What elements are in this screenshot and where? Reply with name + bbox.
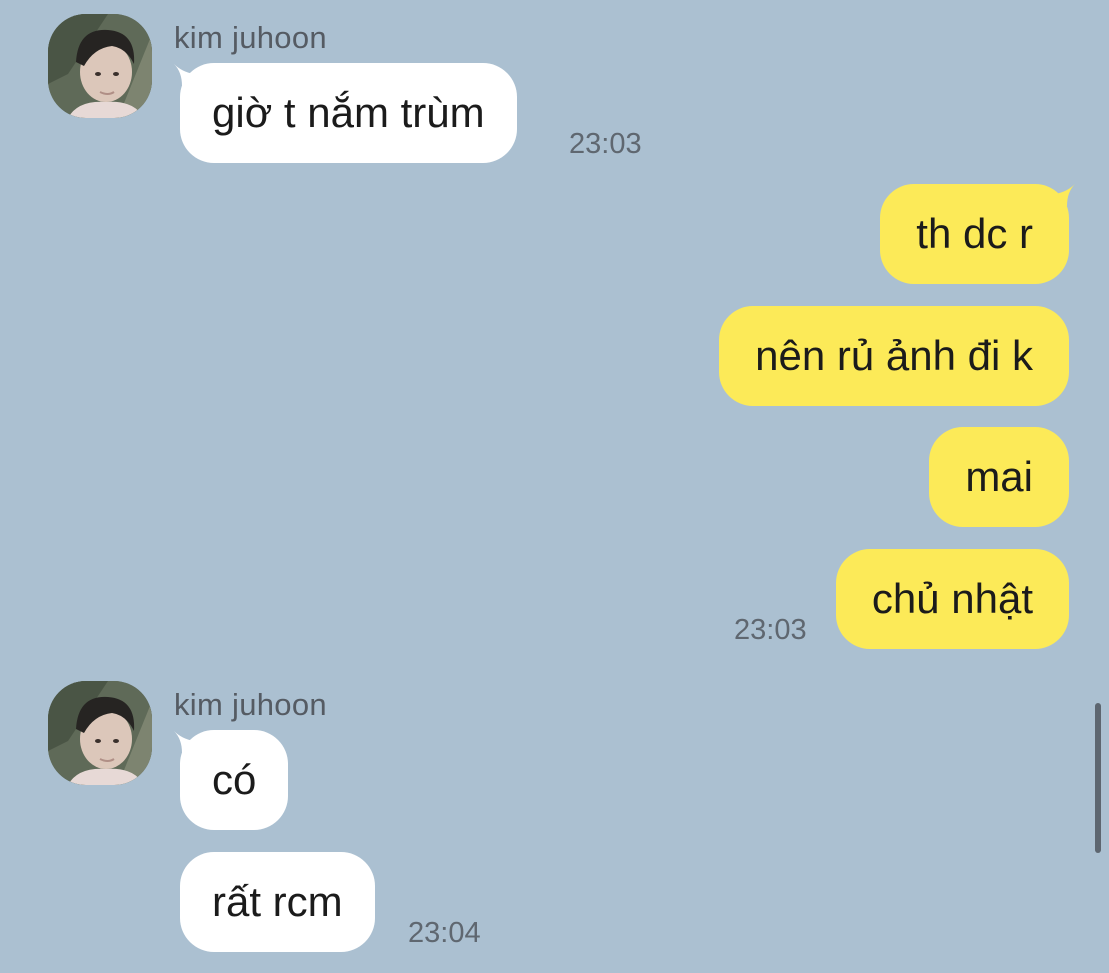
message-bubble-incoming[interactable]: có xyxy=(180,730,289,830)
avatar[interactable] xyxy=(48,14,152,118)
message-bubble-outgoing[interactable]: th dc r xyxy=(880,184,1069,284)
message-time: 23:03 xyxy=(734,614,807,646)
message-time: 23:04 xyxy=(408,917,481,949)
profile-photo-icon xyxy=(48,681,152,785)
message-bubble-incoming[interactable]: rất rcm xyxy=(180,852,375,952)
chat-view: kim juhoon giờ t nắm trùm 23:03 th dc r … xyxy=(0,0,1109,973)
scrollbar[interactable] xyxy=(1095,703,1101,853)
message-text: giờ t nắm trùm xyxy=(212,89,485,136)
avatar[interactable] xyxy=(48,681,152,785)
sender-name: kim juhoon xyxy=(174,20,327,55)
message-bubble-outgoing[interactable]: chủ nhật xyxy=(835,549,1069,649)
message-time: 23:03 xyxy=(569,128,642,160)
message-text: có xyxy=(212,756,257,803)
profile-photo-icon xyxy=(48,14,152,118)
message-text: chủ nhật xyxy=(871,575,1033,622)
message-text: rất rcm xyxy=(212,878,343,925)
message-bubble-outgoing[interactable]: nên rủ ảnh đi k xyxy=(719,306,1069,406)
message-text: th dc r xyxy=(916,210,1033,257)
message-text: mai xyxy=(965,453,1033,500)
message-text: nên rủ ảnh đi k xyxy=(755,332,1033,379)
sender-name: kim juhoon xyxy=(174,687,327,722)
message-bubble-incoming[interactable]: giờ t nắm trùm xyxy=(180,63,517,163)
message-bubble-outgoing[interactable]: mai xyxy=(929,427,1069,527)
